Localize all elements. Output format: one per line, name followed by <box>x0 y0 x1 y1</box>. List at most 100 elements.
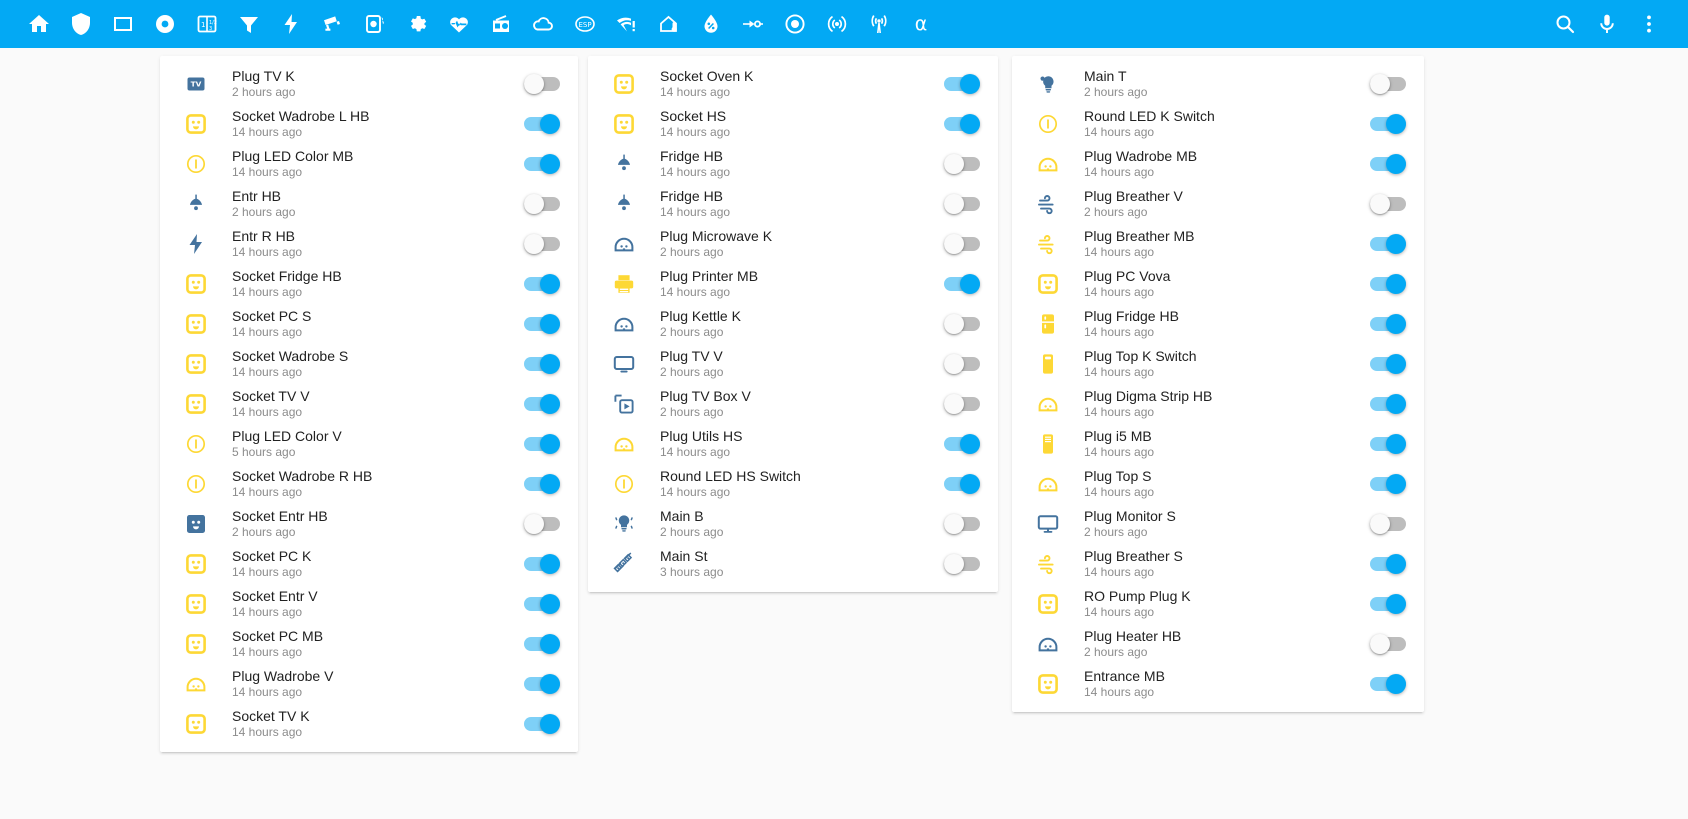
entity-toggle[interactable] <box>944 234 980 254</box>
entity-row[interactable]: Main St 3 hours ago <box>604 544 982 584</box>
power-socket-icon[interactable] <box>1028 264 1068 304</box>
cog-icon[interactable] <box>396 3 438 45</box>
entity-row[interactable]: Plug Digma Strip HB 14 hours ago <box>1028 384 1408 424</box>
entity-row[interactable]: Socket Entr HB 2 hours ago <box>176 504 562 544</box>
entity-toggle[interactable] <box>524 514 560 534</box>
entity-row[interactable]: Socket Wadrobe L HB 14 hours ago <box>176 104 562 144</box>
led-ring-icon[interactable] <box>176 424 216 464</box>
cloud-icon[interactable] <box>522 3 564 45</box>
entity-toggle[interactable] <box>524 394 560 414</box>
lightbulb-group-icon[interactable] <box>604 504 644 544</box>
heart-pulse-icon[interactable] <box>438 3 480 45</box>
square-outline-icon[interactable] <box>102 3 144 45</box>
entity-toggle[interactable] <box>944 474 980 494</box>
fridge-icon[interactable] <box>1028 304 1068 344</box>
entity-toggle[interactable] <box>524 674 560 694</box>
entity-toggle[interactable] <box>1370 674 1406 694</box>
microphone-icon[interactable] <box>1586 3 1628 45</box>
entity-toggle[interactable] <box>944 74 980 94</box>
entity-row[interactable]: Socket Fridge HB 14 hours ago <box>176 264 562 304</box>
lightbulb-icon[interactable] <box>1028 64 1068 104</box>
led-strip-icon[interactable] <box>604 544 644 584</box>
led-ring-icon[interactable] <box>176 464 216 504</box>
entity-toggle[interactable] <box>524 474 560 494</box>
entity-toggle[interactable] <box>1370 354 1406 374</box>
entity-toggle[interactable] <box>524 194 560 214</box>
esp-badge-icon[interactable]: ESP <box>564 3 606 45</box>
entity-toggle[interactable] <box>524 634 560 654</box>
entity-row[interactable]: Main T2 hours ago <box>1028 64 1408 104</box>
entity-toggle[interactable] <box>1370 74 1406 94</box>
power-socket-icon[interactable] <box>604 64 644 104</box>
entity-row[interactable]: Plug Monitor S2 hours ago <box>1028 504 1408 544</box>
entity-row[interactable]: Plug Breather S 14 hours ago <box>1028 544 1408 584</box>
entity-row[interactable]: Socket PC S 14 hours ago <box>176 304 562 344</box>
desktop-tower-icon[interactable] <box>1028 424 1068 464</box>
power-plug-strip-icon[interactable] <box>1028 144 1068 184</box>
entity-row[interactable]: Socket Entr V 14 hours ago <box>176 584 562 624</box>
power-socket-icon[interactable] <box>176 104 216 144</box>
entity-toggle[interactable] <box>1370 154 1406 174</box>
weather-windy-icon[interactable] <box>1028 184 1068 224</box>
led-ring-icon[interactable] <box>176 144 216 184</box>
entity-toggle[interactable] <box>524 594 560 614</box>
entity-toggle[interactable] <box>1370 394 1406 414</box>
entity-row[interactable]: RO Pump Plug K 14 hours ago <box>1028 584 1408 624</box>
power-socket-icon[interactable] <box>176 584 216 624</box>
entity-row[interactable]: Plug Wadrobe MB 14 hours ago <box>1028 144 1408 184</box>
entity-row[interactable]: Plug Microwave K2 hours ago <box>604 224 982 264</box>
led-ring-icon[interactable] <box>1028 104 1068 144</box>
entity-toggle[interactable] <box>1370 434 1406 454</box>
power-plug-strip-icon[interactable] <box>604 424 644 464</box>
entity-row[interactable]: Plug Breather MB 14 hours ago <box>1028 224 1408 264</box>
entity-toggle[interactable] <box>944 434 980 454</box>
entity-toggle[interactable] <box>524 554 560 574</box>
entity-toggle[interactable] <box>1370 554 1406 574</box>
radio-icon[interactable] <box>480 3 522 45</box>
entity-row[interactable]: Plug Breather V2 hours ago <box>1028 184 1408 224</box>
entity-toggle[interactable] <box>524 74 560 94</box>
flash-icon[interactable] <box>270 3 312 45</box>
entity-row[interactable]: Plug LED Color V5 hours ago <box>176 424 562 464</box>
wifi-alert-icon[interactable] <box>606 3 648 45</box>
power-plug-strip-icon[interactable] <box>604 224 644 264</box>
entity-row[interactable]: TV Plug TV K2 hours ago <box>176 64 562 104</box>
power-plug-strip-icon[interactable] <box>1028 464 1068 504</box>
entity-row[interactable]: Plug Top S 14 hours ago <box>1028 464 1408 504</box>
tv-box-icon[interactable] <box>604 384 644 424</box>
pipe-valve-icon[interactable] <box>732 3 774 45</box>
search-icon[interactable] <box>1544 3 1586 45</box>
entity-toggle[interactable] <box>1370 634 1406 654</box>
entity-row[interactable]: Fridge HB 14 hours ago <box>604 144 982 184</box>
flash-icon[interactable] <box>176 224 216 264</box>
ceiling-light-icon[interactable] <box>604 184 644 224</box>
power-socket-icon[interactable] <box>176 624 216 664</box>
entity-toggle[interactable] <box>1370 314 1406 334</box>
entity-toggle[interactable] <box>1370 474 1406 494</box>
entity-row[interactable]: Plug Utils HS 14 hours ago <box>604 424 982 464</box>
entity-row[interactable]: Plug Kettle K2 hours ago <box>604 304 982 344</box>
entity-toggle[interactable] <box>944 514 980 534</box>
entity-row[interactable]: Plug TV V2 hours ago <box>604 344 982 384</box>
entity-row[interactable]: Socket PC K 14 hours ago <box>176 544 562 584</box>
tv-badge-icon[interactable]: TV <box>176 64 216 104</box>
entity-row[interactable]: Main B2 hours ago <box>604 504 982 544</box>
ceiling-light-icon[interactable] <box>176 184 216 224</box>
entity-row[interactable]: Plug PC Vova 14 hours ago <box>1028 264 1408 304</box>
entity-toggle[interactable] <box>944 274 980 294</box>
entity-row[interactable]: Socket TV K 14 hours ago <box>176 704 562 744</box>
power-socket-icon[interactable] <box>176 304 216 344</box>
entity-row[interactable]: Plug Wadrobe V 14 hours ago <box>176 664 562 704</box>
power-socket-icon[interactable] <box>176 544 216 584</box>
entity-row[interactable]: Socket Wadrobe S 14 hours ago <box>176 344 562 384</box>
entity-toggle[interactable] <box>1370 114 1406 134</box>
entity-toggle[interactable] <box>1370 514 1406 534</box>
entity-toggle[interactable] <box>944 394 980 414</box>
led-ring-icon[interactable] <box>604 464 644 504</box>
entity-row[interactable]: Entr R HB 14 hours ago <box>176 224 562 264</box>
entity-row[interactable]: Socket TV V 14 hours ago <box>176 384 562 424</box>
power-socket-icon[interactable] <box>176 384 216 424</box>
entity-toggle[interactable] <box>524 234 560 254</box>
power-socket-icon[interactable] <box>176 704 216 744</box>
entity-toggle[interactable] <box>1370 274 1406 294</box>
